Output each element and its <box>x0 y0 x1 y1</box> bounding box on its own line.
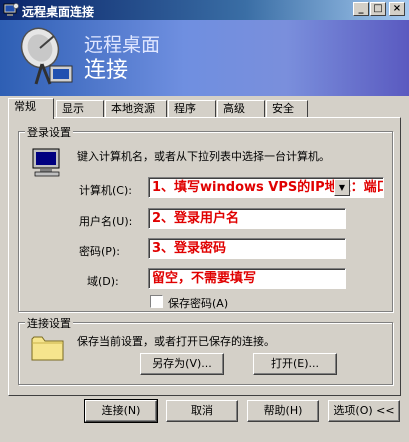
header-banner: 远程桌面 连接 <box>0 20 409 96</box>
tab-display[interactable]: 显示 <box>56 100 104 118</box>
login-instruction-text: 键入计算机名，或者从下拉列表中选择一台计算机。 <box>77 150 330 163</box>
connect-button[interactable]: 连接(N) <box>84 399 158 423</box>
connection-settings-group: 连接设置 保存当前设置，或者打开已保存的连接。 另存为(V)... 打开(E).… <box>18 315 393 385</box>
options-button[interactable]: 选项(O) << <box>328 400 400 422</box>
remote-desktop-app-icon <box>3 3 19 16</box>
tab-general[interactable]: 常规 <box>8 98 54 119</box>
domain-field[interactable]: 留空，不需要填写 <box>148 268 346 289</box>
login-settings-title: 登录设置 <box>25 124 73 140</box>
username-label: 用户名(U): <box>79 215 133 228</box>
connection-description: 保存当前设置，或者打开已保存的连接。 <box>77 335 275 348</box>
close-button[interactable]: × <box>389 2 405 16</box>
tab-programs[interactable]: 程序 <box>168 100 216 118</box>
tab-local-resources[interactable]: 本地资源 <box>105 100 167 118</box>
minimize-button[interactable]: _ <box>353 2 369 16</box>
cancel-button[interactable]: 取消 <box>166 400 238 422</box>
folder-icon <box>31 336 64 361</box>
save-password-checkbox[interactable] <box>150 295 163 308</box>
login-settings-group: 登录设置 键入计算机名，或者从下拉列表中选择一台计算机。 计算机(C): 1、填… <box>18 124 393 312</box>
maximize-button[interactable]: □ <box>370 2 386 16</box>
help-button[interactable]: 帮助(H) <box>247 400 319 422</box>
tab-advanced[interactable]: 高级 <box>217 100 265 118</box>
computer-label: 计算机(C): <box>79 184 132 197</box>
save-as-button[interactable]: 另存为(V)... <box>140 353 224 375</box>
title-bar: 远程桌面连接 _ □ × <box>0 0 409 20</box>
connection-settings-title: 连接设置 <box>25 315 73 331</box>
save-password-label: 保存密码(A) <box>168 297 229 310</box>
window-title: 远程桌面连接 <box>22 5 95 19</box>
tab-panel-general: 登录设置 键入计算机名，或者从下拉列表中选择一台计算机。 计算机(C): 1、填… <box>8 117 401 396</box>
chevron-down-icon[interactable]: ▼ <box>334 179 350 196</box>
banner-title-line2: 连接 <box>84 58 129 83</box>
satellite-dish-computer-icon <box>20 27 73 85</box>
password-field[interactable]: 3、登录密码 <box>148 238 346 259</box>
computer-icon <box>32 148 60 177</box>
open-button[interactable]: 打开(E)... <box>253 353 337 375</box>
tab-security[interactable]: 安全 <box>266 100 308 118</box>
domain-label: 域(D): <box>87 275 119 288</box>
password-label: 密码(P): <box>79 245 120 258</box>
username-field[interactable]: 2、登录用户名 <box>148 208 346 229</box>
